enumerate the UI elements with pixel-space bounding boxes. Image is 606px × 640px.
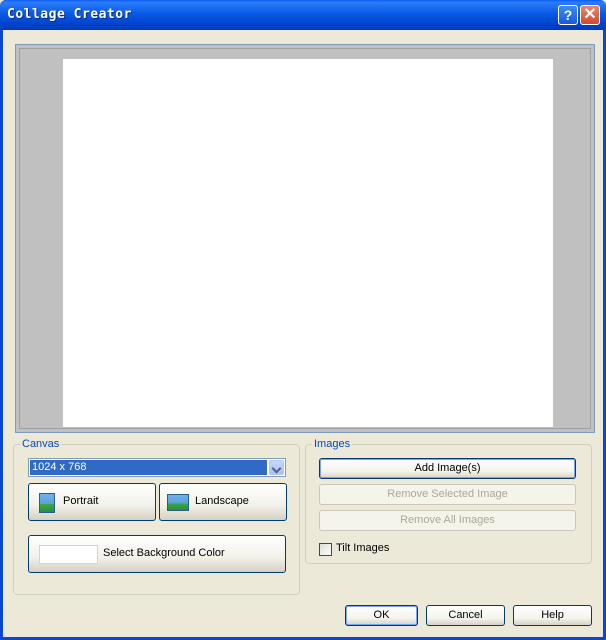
cancel-button[interactable]: Cancel [426,605,505,626]
portrait-icon [39,493,55,513]
title-bar[interactable]: Collage Creator ? ✕ [0,0,606,30]
portrait-button[interactable]: Portrait [28,483,156,521]
landscape-label: Landscape [195,495,249,507]
canvas-size-select[interactable]: 1024 x 768 [28,458,286,477]
help-title-button[interactable]: ? [558,5,578,25]
select-background-color-label: Select Background Color [103,547,225,559]
background-color-swatch [39,545,98,564]
collage-creator-window: Collage Creator ? ✕ Canvas 1024 x 768 Po… [0,0,606,640]
portrait-label: Portrait [63,495,99,507]
canvas-group: Canvas 1024 x 768 Portrait Landscape Sel… [13,438,300,595]
question-icon: ? [563,7,573,23]
preview-frame [19,48,591,429]
select-background-color-button[interactable]: Select Background Color [28,535,286,573]
ok-button[interactable]: OK [345,605,418,626]
landscape-icon [167,494,189,511]
images-group: Images Add Image(s) Remove Selected Imag… [305,438,592,564]
close-window-button[interactable]: ✕ [580,5,600,25]
images-group-label: Images [312,438,353,450]
help-button[interactable]: Help [513,605,592,626]
tilt-images-checkbox[interactable] [319,543,332,556]
canvas-size-value: 1024 x 768 [30,460,267,475]
close-icon: ✕ [583,6,597,23]
canvas-group-label: Canvas [20,438,62,450]
collage-canvas[interactable] [63,59,553,427]
window-title: Collage Creator [7,7,132,22]
dialog-body: Canvas 1024 x 768 Portrait Landscape Sel… [3,30,603,637]
add-images-button[interactable]: Add Image(s) [319,458,576,479]
remove-selected-image-button[interactable]: Remove Selected Image [319,484,576,505]
landscape-button[interactable]: Landscape [159,483,287,521]
remove-all-images-button[interactable]: Remove All Images [319,510,576,531]
tilt-images-label[interactable]: Tilt Images [336,542,389,554]
chevron-down-icon[interactable] [269,460,284,475]
collage-preview-area [15,44,595,433]
